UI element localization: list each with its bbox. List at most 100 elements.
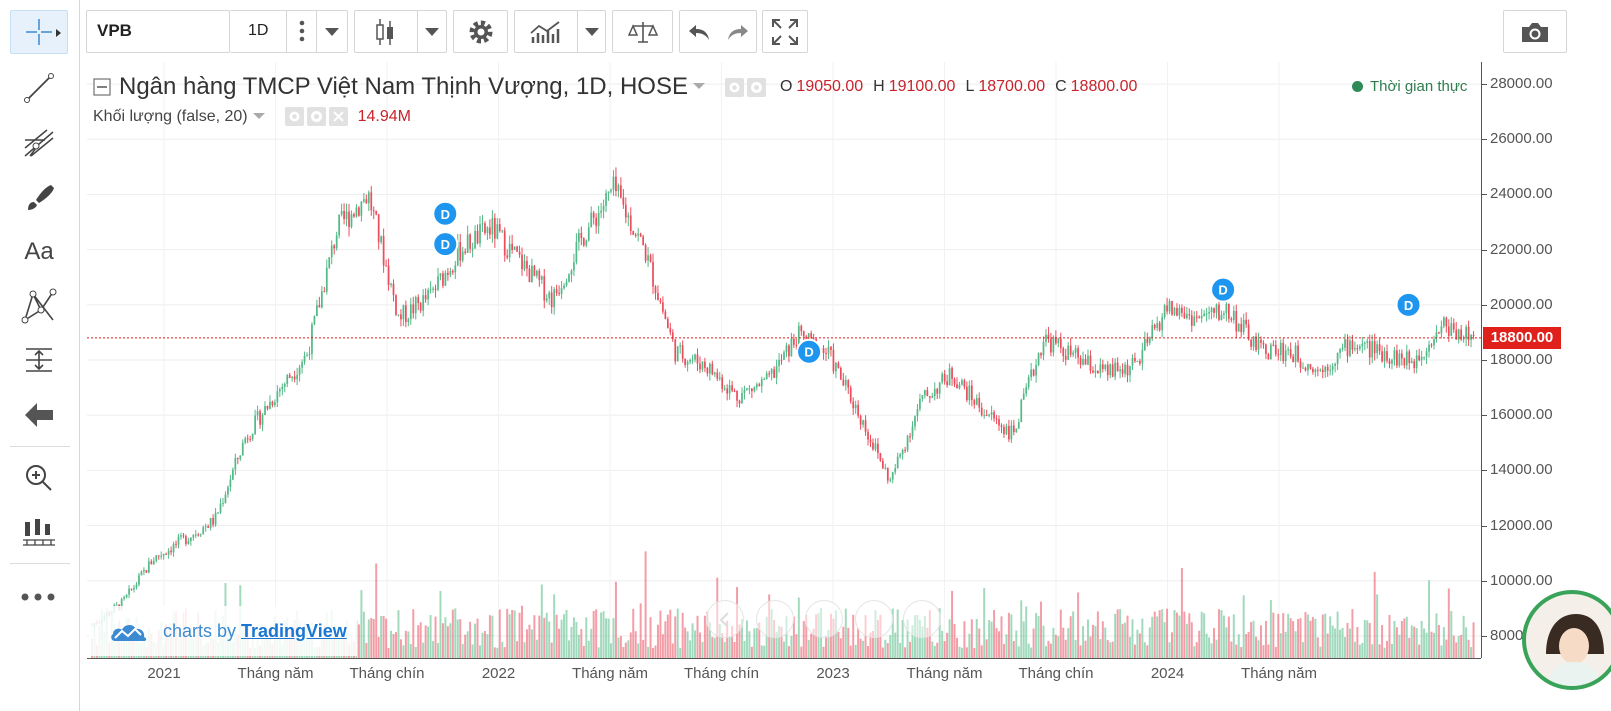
volume-bar <box>437 643 439 658</box>
interval-selector[interactable]: 1D <box>230 10 348 53</box>
volume-bar <box>1114 613 1117 658</box>
chevron-down-icon[interactable] <box>252 112 267 121</box>
candle-body <box>340 210 343 215</box>
volume-bar <box>565 609 568 658</box>
candle-body <box>926 390 929 397</box>
candle-body <box>1003 427 1005 435</box>
pattern-icon <box>21 288 57 324</box>
series-settings-button[interactable] <box>746 77 766 97</box>
redo-button[interactable] <box>719 11 757 52</box>
candle-body <box>968 385 971 401</box>
volume-bar <box>679 647 682 658</box>
collapse-icon[interactable] <box>93 78 111 96</box>
chart-type-selector[interactable] <box>354 10 447 53</box>
volume-settings-button[interactable] <box>306 107 326 126</box>
compare-button[interactable] <box>612 10 673 53</box>
reset-button[interactable] <box>805 600 843 638</box>
tradingview-link[interactable]: TradingView <box>241 621 347 642</box>
undo-button[interactable] <box>680 11 718 52</box>
symbol-search-input[interactable]: VPB <box>86 10 230 53</box>
candle-body <box>335 235 338 249</box>
candle-body <box>864 420 867 432</box>
visibility-toggle[interactable] <box>724 77 744 97</box>
chart-pane[interactable]: DDDDD <box>87 62 1481 658</box>
time-axis[interactable]: 2021 Tháng năm Tháng chín 2022 Tháng năm Thán… <box>87 658 1481 688</box>
support-avatar[interactable] <box>1522 590 1611 690</box>
scroll-left-button[interactable] <box>706 600 744 638</box>
price-tick-label: 12000.00 <box>1490 516 1553 534</box>
more-tools-button[interactable] <box>10 575 68 619</box>
ruler-tool[interactable] <box>10 510 68 554</box>
back-tool[interactable] <box>10 393 68 437</box>
zoom-in-button[interactable] <box>855 600 893 638</box>
volume-bar <box>380 616 383 658</box>
settings-button[interactable] <box>453 10 508 53</box>
volume-bar <box>1163 622 1166 658</box>
volume-bar <box>444 617 447 658</box>
text-tool[interactable]: Aa <box>10 230 68 274</box>
kebab-icon <box>299 20 305 42</box>
pattern-tool[interactable] <box>10 284 68 328</box>
gear-icon <box>310 111 322 122</box>
volume-bar <box>605 618 608 658</box>
candle-body <box>1131 358 1134 366</box>
volume-bar <box>540 584 543 658</box>
candle-body <box>1423 356 1425 358</box>
pitchfork-tool[interactable] <box>10 120 68 164</box>
candle-body <box>434 288 437 290</box>
candle-body <box>1032 369 1035 376</box>
series-title: Ngân hàng TMCP Việt Nam Thịnh Vượng, 1D,… <box>119 73 688 100</box>
candle-body <box>1287 349 1290 351</box>
candle-body <box>123 597 125 599</box>
volume-bar <box>988 619 991 658</box>
volume-bar <box>1245 634 1248 658</box>
price-axis[interactable]: 28000.00 26000.00 24000.00 22000.00 20000.00… <box>1481 62 1611 658</box>
indicators-button[interactable] <box>514 10 606 53</box>
volume-bar <box>516 641 519 658</box>
volume-visibility-toggle[interactable] <box>284 107 304 126</box>
candle-body <box>708 363 711 374</box>
candle-body <box>755 384 758 388</box>
series-legend: Ngân hàng TMCP Việt Nam Thịnh Vượng, 1D,… <box>93 73 1137 101</box>
candle-body <box>558 292 560 295</box>
crosshair-tool[interactable] <box>10 10 68 54</box>
candle-body <box>1185 314 1188 319</box>
scroll-home-button[interactable] <box>756 600 794 638</box>
candle-body <box>901 449 904 455</box>
volume-bar <box>1371 644 1374 658</box>
candle-body <box>128 588 130 595</box>
volume-bar <box>1339 629 1342 658</box>
candle-body <box>812 337 815 340</box>
zoom-tool[interactable] <box>10 456 68 500</box>
volume-bar <box>474 623 477 658</box>
volume-remove-button[interactable] <box>328 107 348 126</box>
volume-bar <box>1037 615 1040 658</box>
tradingview-branding[interactable]: charts by TradingView <box>89 606 357 656</box>
candle-body <box>884 467 887 469</box>
brush-tool[interactable] <box>10 175 68 219</box>
volume-bar <box>666 614 669 658</box>
trend-line-tool[interactable] <box>10 66 68 110</box>
volume-bar <box>399 639 402 658</box>
candle-body <box>822 348 825 354</box>
volume-bar <box>597 647 600 658</box>
candle-body <box>266 405 269 409</box>
candle-body <box>728 385 731 394</box>
candle-body <box>385 265 387 267</box>
chevron-down-icon[interactable] <box>692 83 707 91</box>
snapshot-button[interactable] <box>1503 10 1567 53</box>
volume-bar <box>538 615 541 658</box>
candle-body <box>328 257 331 268</box>
volume-bar <box>488 615 491 658</box>
measure-tool[interactable] <box>10 338 68 382</box>
candle-body <box>471 248 474 250</box>
volume-bar <box>956 637 958 658</box>
volume-bar <box>451 609 454 658</box>
dividend-label: D <box>804 345 813 360</box>
fullscreen-button[interactable] <box>762 10 808 53</box>
scroll-right-button[interactable] <box>903 600 941 638</box>
volume-bar <box>634 631 637 658</box>
candle-body <box>1321 369 1324 373</box>
volume-bar <box>1116 609 1119 658</box>
volume-bar <box>1373 571 1376 658</box>
